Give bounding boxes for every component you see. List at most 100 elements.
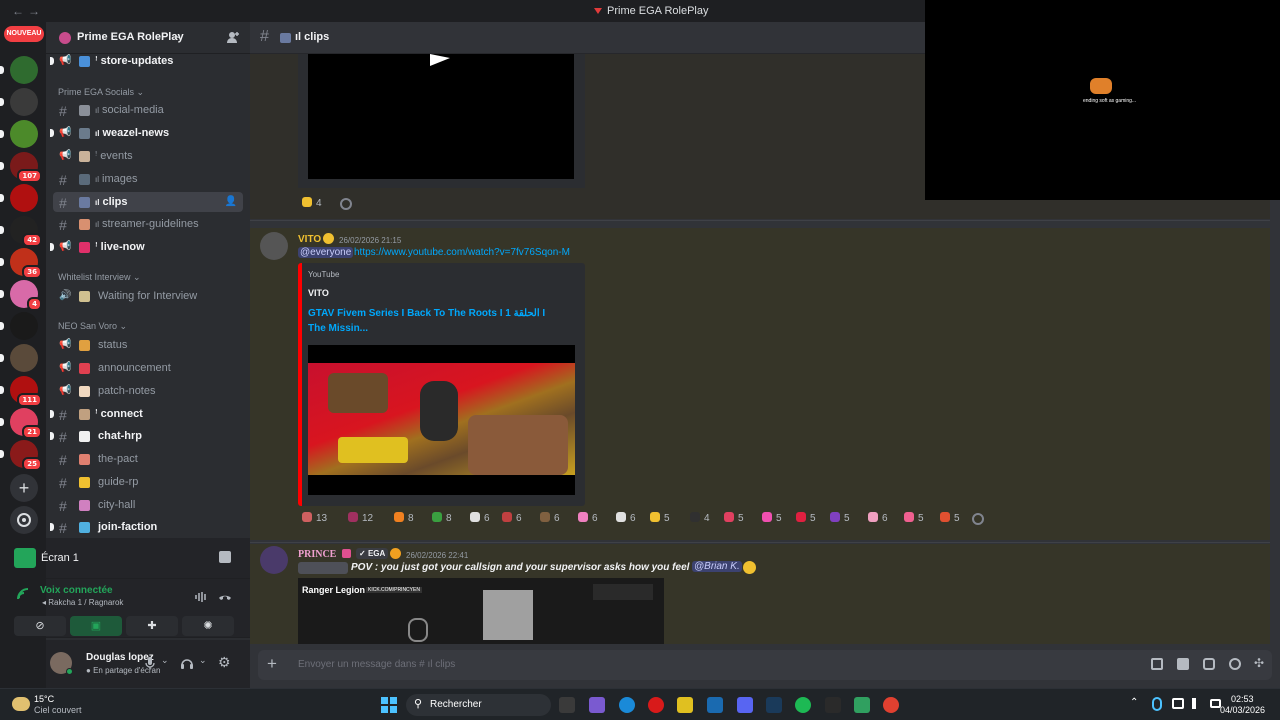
add-server-icon[interactable]: + xyxy=(10,474,38,502)
reaction-chip[interactable]: 5 xyxy=(900,510,924,528)
sticker-icon[interactable] xyxy=(1203,658,1215,670)
server-icon[interactable]: 25 xyxy=(10,440,42,471)
embed-provider[interactable]: YouTube xyxy=(308,270,339,279)
channel-item-chat-hrp[interactable]: # chat-hrp xyxy=(50,426,243,446)
channel-item-social-media[interactable]: # ıl social-media xyxy=(53,100,243,120)
noise-suppression-icon[interactable] xyxy=(194,590,208,604)
reaction-chip[interactable]: 6 xyxy=(574,510,598,528)
task-view-icon[interactable] xyxy=(559,697,575,713)
video-attachment[interactable]: Ranger Legion KICK.COM/PRINCYEN xyxy=(298,578,664,644)
category-whitelist[interactable]: Whitelist Interview ⌄ xyxy=(58,272,141,283)
channel-item-city-hall[interactable]: # city-hall xyxy=(53,495,243,515)
channel-item-waiting-for-interview[interactable]: 🔊 Waiting for Interview xyxy=(53,286,243,306)
weather-icon[interactable] xyxy=(12,697,30,711)
channel-item-guide-rp[interactable]: # guide-rp xyxy=(53,472,243,492)
channel-item-live-now[interactable]: 📢 ꜝ live-now xyxy=(50,237,243,257)
opera-icon[interactable] xyxy=(648,697,664,713)
reaction-chip[interactable]: 8 xyxy=(428,510,452,528)
volume-icon[interactable] xyxy=(1192,698,1204,709)
category-socials[interactable]: Prime EGA Socials ⌄ xyxy=(58,87,144,98)
file-explorer-icon[interactable] xyxy=(677,697,693,713)
activities-button[interactable]: ✚ xyxy=(126,616,178,636)
weather-temp[interactable]: 15°C xyxy=(34,694,54,704)
channel-item-weazel-news[interactable]: 📢 ıl weazel-news xyxy=(50,123,243,143)
avatar[interactable] xyxy=(260,546,288,574)
reaction-chip[interactable]: 6 xyxy=(536,510,560,528)
obs-icon[interactable] xyxy=(825,697,841,713)
clock-date[interactable]: 04/03/2026 xyxy=(1220,705,1265,715)
signal-icon[interactable] xyxy=(16,587,30,601)
server-icon[interactable] xyxy=(10,120,38,148)
screen-share-preview[interactable]: ending soft as gaming... xyxy=(925,0,1280,200)
network-icon[interactable] xyxy=(1172,698,1184,709)
disconnect-icon[interactable] xyxy=(218,590,232,604)
channel-item-store-updates[interactable]: 📢 ꜝ store-updates xyxy=(50,51,243,71)
channel-item-join-faction[interactable]: # join-faction xyxy=(50,517,243,537)
video-thumbnail[interactable] xyxy=(308,345,575,495)
server-icon[interactable]: 36 xyxy=(10,248,42,279)
edge-icon[interactable] xyxy=(619,697,635,713)
server-icon[interactable] xyxy=(10,312,38,340)
mention-everyone[interactable]: @everyone xyxy=(298,247,354,258)
clock-time[interactable]: 02:53 xyxy=(1231,694,1254,704)
message-author[interactable]: VITO xyxy=(298,234,321,245)
microphone-icon[interactable] xyxy=(1152,697,1162,711)
rockstar-icon[interactable] xyxy=(854,697,870,713)
reaction-chip[interactable]: 8 xyxy=(390,510,414,528)
new-badge[interactable]: NOUVEAU xyxy=(4,26,44,42)
server-icon[interactable]: 21 xyxy=(10,408,42,439)
channel-item-status[interactable]: 📢 status xyxy=(53,335,243,355)
channel-item-patch-notes[interactable]: 📢 patch-notes xyxy=(53,381,243,401)
youtube-link[interactable]: https://www.youtube.com/watch?v=7fv76Sqo… xyxy=(354,247,570,258)
video-player[interactable] xyxy=(308,54,574,179)
channel-item-clips[interactable]: # ıl clips 👤 xyxy=(53,192,243,212)
screen-share-button[interactable]: ▣ xyxy=(70,616,122,636)
server-icon[interactable] xyxy=(10,184,38,212)
reaction-chip[interactable]: 4 xyxy=(298,195,322,213)
soundboard-button[interactable]: ✺ xyxy=(182,616,234,636)
discover-compass-icon[interactable] xyxy=(10,506,38,534)
add-reaction-icon[interactable] xyxy=(340,198,352,210)
reaction-chip[interactable]: 6 xyxy=(612,510,636,528)
gift-icon[interactable] xyxy=(1151,658,1163,670)
reaction-chip[interactable]: 5 xyxy=(792,510,816,528)
message-author[interactable]: PRINCE xyxy=(298,549,336,560)
embed-title[interactable]: GTAV Fivem Series I Back To The Roots I … xyxy=(308,306,558,336)
spotify-icon[interactable] xyxy=(795,697,811,713)
camera-off-button[interactable]: ⊘ xyxy=(14,616,66,636)
channel-item-the-pact[interactable]: # the-pact xyxy=(53,449,243,469)
message-input[interactable]: + Envoyer un message dans # ıl clips ✣ xyxy=(258,650,1272,680)
chevron-down-icon[interactable]: ⌄ xyxy=(161,655,169,666)
back-arrow-icon[interactable]: ← xyxy=(12,4,24,18)
server-icon[interactable]: 4 xyxy=(10,280,42,311)
reaction-chip[interactable]: 6 xyxy=(498,510,522,528)
play-icon[interactable] xyxy=(428,54,452,66)
teams-icon[interactable] xyxy=(589,697,605,713)
reaction-chip[interactable]: 6 xyxy=(466,510,490,528)
server-icon[interactable] xyxy=(10,344,38,372)
channel-item-connect[interactable]: # ꜝ connect xyxy=(50,404,243,424)
discord-icon[interactable] xyxy=(737,697,753,713)
headphones-icon[interactable] xyxy=(180,656,194,670)
windows-start-icon[interactable] xyxy=(381,697,397,713)
add-attachment-icon[interactable]: + xyxy=(267,654,277,674)
reaction-chip[interactable]: 13 xyxy=(298,510,327,528)
weather-desc[interactable]: Ciel couvert xyxy=(34,705,82,715)
steam-icon[interactable] xyxy=(766,697,782,713)
channel-item-streamer-guidelines[interactable]: # ıl streamer-guidelines xyxy=(53,214,243,234)
category-neo[interactable]: NEO San Voro ⌄ xyxy=(58,321,127,332)
channel-item-images[interactable]: # ıl images xyxy=(53,169,243,189)
forward-arrow-icon[interactable]: → xyxy=(28,4,40,18)
microphone-icon[interactable] xyxy=(144,656,156,670)
hidden-mention[interactable] xyxy=(298,562,348,574)
server-icon[interactable]: 42 xyxy=(10,216,42,247)
avatar[interactable] xyxy=(260,232,288,260)
reaction-chip[interactable]: 5 xyxy=(826,510,850,528)
apps-icon[interactable]: ✣ xyxy=(1254,656,1264,670)
reaction-chip[interactable]: 5 xyxy=(936,510,960,528)
invite-icon[interactable]: 👤 xyxy=(225,196,237,207)
settings-gear-icon[interactable]: ⚙ xyxy=(218,654,231,671)
add-reaction-icon[interactable] xyxy=(972,513,984,525)
server-icon[interactable] xyxy=(10,88,38,116)
guild-tag[interactable]: ✓ EGA xyxy=(356,548,389,559)
